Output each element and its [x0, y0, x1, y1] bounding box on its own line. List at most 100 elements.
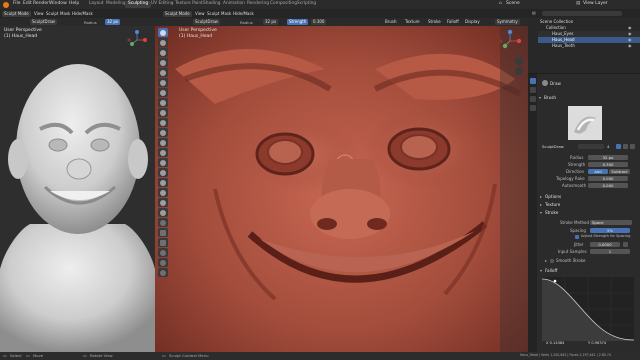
brush-slot-label[interactable]: Draw — [550, 81, 561, 86]
visibility-eye-icon[interactable]: ◉ — [628, 32, 632, 36]
falloff-section-header[interactable]: Falloff — [545, 268, 557, 273]
visibility-eye-icon[interactable]: ◉ — [628, 26, 632, 30]
grab-tool[interactable] — [158, 158, 168, 167]
rotate-tool[interactable] — [158, 198, 168, 207]
brush-datablock-name[interactable]: SculptDraw — [542, 145, 564, 149]
mask-tool[interactable] — [158, 218, 168, 227]
main-navigation-gizmo[interactable] — [498, 29, 522, 53]
left-radius-field[interactable]: 32 px — [105, 19, 121, 25]
radius-field[interactable]: 32 px — [588, 155, 628, 160]
draw-sharp-tool[interactable] — [158, 38, 168, 47]
left-menu-hide-mask[interactable]: Hide/Mask — [70, 11, 95, 17]
layer-tool[interactable] — [158, 68, 168, 77]
smooth-stroke-checkbox[interactable] — [550, 259, 554, 263]
main-display-menu[interactable]: Display — [463, 19, 482, 25]
left-brush-name[interactable]: SculptDraw — [30, 19, 57, 25]
left-navigation-gizmo[interactable] — [126, 29, 148, 51]
box-mask-tool[interactable] — [158, 228, 168, 237]
scene-icon[interactable]: ⌂ — [499, 1, 502, 7]
transform-tool[interactable] — [158, 258, 168, 267]
clay-strips-tool[interactable] — [158, 58, 168, 67]
view-layer-icon[interactable]: ▤ — [576, 1, 580, 7]
visibility-eye-icon[interactable]: ◉ — [628, 44, 632, 48]
blob-tool[interactable] — [158, 88, 168, 97]
main-texture-menu[interactable]: Texture — [403, 19, 422, 25]
strength-field[interactable]: 0.300 — [588, 162, 628, 167]
adjust-strength-checkbox[interactable] — [575, 235, 579, 239]
scrape-tool[interactable] — [158, 138, 168, 147]
chevron-down-icon[interactable]: ▾ — [539, 96, 541, 100]
chevron-right-icon[interactable]: ▸ — [540, 203, 542, 207]
menu-window[interactable]: Window — [49, 1, 67, 7]
outliner-item-haus-head[interactable]: Haus_Head — [552, 38, 575, 42]
chevron-right-icon[interactable]: ▸ — [545, 259, 547, 263]
smooth-tool[interactable] — [158, 108, 168, 117]
input-samples-field[interactable]: 1 — [590, 249, 630, 254]
scene-properties-tab-icon[interactable] — [529, 96, 536, 102]
draw-brush-tool[interactable] — [158, 28, 168, 37]
menu-help[interactable]: Help — [69, 1, 79, 7]
flatten-tool[interactable] — [158, 118, 168, 127]
direction-add-button[interactable]: Add — [588, 169, 608, 174]
texture-section-header[interactable]: Texture — [545, 202, 560, 207]
crease-tool[interactable] — [158, 98, 168, 107]
scene-name[interactable]: Scene — [506, 1, 520, 7]
chevron-down-icon[interactable]: ▾ — [540, 269, 542, 273]
outliner-item-collection[interactable]: Collection — [546, 26, 566, 30]
main-strength-value[interactable]: 0.300 — [311, 19, 327, 25]
brush-preview-thumbnail[interactable] — [568, 106, 602, 140]
snake-hook-tool[interactable] — [158, 168, 168, 177]
outliner-item-haus-eyes[interactable]: Haus_Eyes — [552, 32, 574, 36]
pressure-icon[interactable] — [623, 242, 628, 247]
jitter-field[interactable]: 0.0000 — [590, 242, 620, 247]
pinch-tool[interactable] — [158, 148, 168, 157]
visibility-eye-icon[interactable]: ◉ — [628, 38, 632, 42]
brush-section-header[interactable]: Brush — [544, 95, 556, 100]
tab-scripting[interactable]: Scripting — [294, 1, 319, 8]
outliner-item-haus-teeth[interactable]: Haus_Teeth — [552, 44, 575, 48]
options-section-header[interactable]: Options — [545, 194, 561, 199]
main-brush-menu[interactable]: Brush — [383, 19, 399, 25]
stroke-method-dropdown[interactable]: Space — [590, 220, 632, 225]
brush-datablock-field[interactable] — [578, 144, 604, 149]
blender-logo-icon[interactable] — [3, 1, 9, 8]
measure-tool[interactable] — [158, 268, 168, 277]
sculpt-face-closeup[interactable] — [155, 9, 528, 352]
main-stroke-menu[interactable]: Stroke — [426, 19, 443, 25]
main-strength-field[interactable]: Strength — [287, 19, 309, 25]
zoom-view-icon[interactable] — [515, 57, 523, 65]
inflate-tool[interactable] — [158, 78, 168, 87]
smooth-stroke-label[interactable]: Smooth Stroke — [556, 259, 585, 263]
main-radius-field[interactable]: 32 px — [263, 19, 279, 25]
annotate-tool[interactable] — [158, 248, 168, 257]
clay-tool[interactable] — [158, 48, 168, 57]
scene-collection-label[interactable]: Scene Collection — [540, 20, 573, 24]
menu-file[interactable]: File — [13, 1, 21, 7]
stroke-section-header[interactable]: Stroke — [545, 210, 558, 215]
left-viewport[interactable]: Sculpt Mode View Sculpt Mask Hide/Mask S… — [0, 9, 155, 352]
main-mode-dropdown[interactable]: Sculpt Mode — [163, 10, 192, 17]
falloff-curve-editor[interactable] — [542, 277, 634, 341]
direction-subtract-button[interactable]: Subtract — [609, 169, 630, 174]
outliner-filter-icon[interactable]: ▤ — [532, 11, 536, 15]
chevron-down-icon[interactable]: ▾ — [540, 211, 542, 215]
box-hide-tool[interactable] — [158, 238, 168, 247]
fill-tool[interactable] — [158, 128, 168, 137]
autosmooth-field[interactable]: 0.000 — [588, 183, 628, 188]
tool-properties-tab-icon[interactable] — [529, 78, 536, 84]
unlink-brush-icon[interactable] — [630, 144, 635, 149]
view-layer-name[interactable]: View Layer — [583, 1, 608, 7]
main-viewport[interactable]: Sculpt Mode View Sculpt Mask Hide/Mask S… — [155, 9, 528, 352]
menu-edit[interactable]: Edit — [23, 1, 32, 7]
duplicate-brush-icon[interactable] — [623, 144, 628, 149]
left-mode-dropdown[interactable]: Sculpt Mode — [2, 10, 31, 17]
object-properties-tab-icon[interactable] — [529, 105, 536, 111]
nudge-tool[interactable] — [158, 188, 168, 197]
main-menu-hide-mask[interactable]: Hide/Mask — [231, 11, 256, 17]
fake-user-shield-icon[interactable] — [616, 144, 621, 149]
outliner-search-input[interactable] — [542, 10, 622, 16]
spacing-field[interactable]: 5% — [590, 228, 630, 233]
topology-rake-field[interactable]: 0.000 — [588, 176, 628, 181]
main-brush-name[interactable]: SculptDraw — [193, 19, 220, 25]
thumb-tool[interactable] — [158, 178, 168, 187]
